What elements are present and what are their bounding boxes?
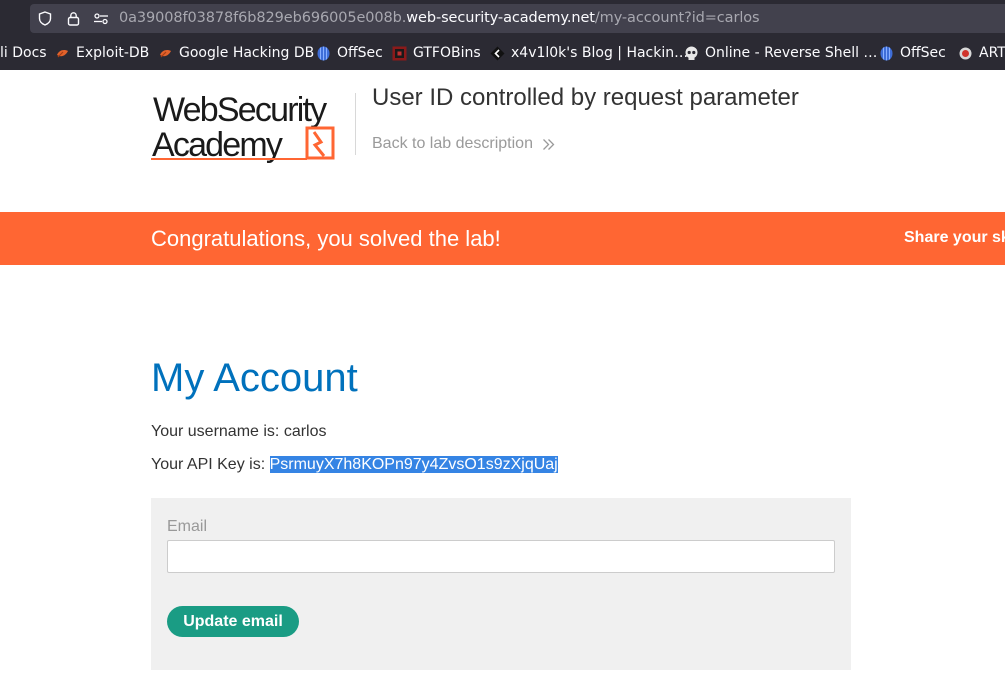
browser-toolbar: 0a39008f03878f6b829eb696005e008b.web-sec…: [0, 0, 1005, 37]
page-title: My Account: [151, 356, 358, 400]
permissions-icon[interactable]: [93, 12, 109, 25]
bookmarks-toolbar: li Docs Exploit-DB Google Hacking DB Off…: [0, 37, 1005, 70]
tracking-shield-icon[interactable]: [38, 11, 52, 26]
bookmark-label: OffSec: [900, 45, 946, 61]
bookmark-label: ART: [979, 45, 1005, 61]
lock-icon[interactable]: [67, 11, 80, 26]
email-label: Email: [167, 518, 208, 535]
back-link-label: Back to lab description: [372, 135, 533, 152]
offsec-icon: [317, 46, 330, 60]
bookmark-label: Online - Reverse Shell …: [705, 45, 878, 61]
logo-text-line1: WebSecurity: [153, 91, 327, 129]
art-icon: [959, 47, 972, 59]
change-email-form: Email Update email: [151, 498, 851, 670]
api-key-label: Your API Key is:: [151, 456, 270, 473]
skull-icon: [685, 46, 698, 60]
bookmark-label: Google Hacking DB: [179, 45, 315, 61]
update-email-button[interactable]: Update email: [167, 606, 299, 637]
bookmark-offsec-2[interactable]: OffSec: [879, 45, 946, 61]
bookmark-x4v1l0k-blog[interactable]: x4v1l0k's Blog | Hackin…: [490, 45, 688, 61]
back-to-lab-description-link[interactable]: Back to lab description: [372, 135, 555, 153]
bookmark-label: OffSec: [337, 45, 383, 61]
bookmark-offsec[interactable]: OffSec: [316, 45, 383, 61]
lab-solved-banner: Congratulations, you solved the lab! Sha…: [0, 212, 1005, 265]
bookmark-kali-docs[interactable]: li Docs: [0, 45, 47, 61]
bookmark-art[interactable]: ART: [958, 45, 1005, 61]
gtfobins-icon: [392, 46, 407, 60]
bookmark-label: GTFOBins: [413, 45, 481, 61]
api-key-value[interactable]: PsrmuyX7h8KOPn97y4ZvsO1s9zXjqUaj: [269, 456, 558, 473]
header-divider: [355, 93, 356, 155]
bookmark-label: Exploit-DB: [76, 45, 150, 61]
blog-icon: [490, 46, 505, 60]
username-text: Your username is: carlos: [151, 423, 327, 440]
email-field[interactable]: [167, 540, 835, 573]
url-host: web-security-academy.net: [406, 10, 595, 26]
share-your-skills-button[interactable]: Share your sk: [904, 229, 1005, 247]
offsec-icon: [880, 46, 893, 60]
logo-underline: [151, 158, 307, 160]
bookmark-label: x4v1l0k's Blog | Hackin…: [511, 45, 689, 61]
bookmark-gtfobins[interactable]: GTFOBins: [392, 45, 481, 61]
bookmark-exploit-db[interactable]: Exploit-DB: [55, 45, 149, 61]
web-security-academy-logo[interactable]: WebSecurity Academy: [151, 90, 341, 165]
double-chevron-right-icon: [543, 138, 555, 150]
exploit-db-icon: [57, 49, 68, 57]
ghdb-icon: [160, 49, 171, 57]
url-subdomain: 0a39008f03878f6b829eb696005e008b.: [119, 10, 407, 26]
api-key-line: Your API Key is: PsrmuyX7h8KOPn97y4ZvsO1…: [151, 456, 558, 474]
bookmark-label: li Docs: [0, 45, 47, 61]
bookmark-google-hacking-db[interactable]: Google Hacking DB: [158, 45, 314, 61]
lab-title: User ID controlled by request parameter: [372, 84, 799, 111]
bookmark-reverse-shell[interactable]: Online - Reverse Shell …: [684, 45, 877, 61]
congratulations-message: Congratulations, you solved the lab!: [151, 226, 501, 251]
logo-bolt-shape: [312, 131, 326, 157]
url-text[interactable]: 0a39008f03878f6b829eb696005e008b.web-sec…: [119, 10, 760, 26]
url-path: /my-account?id=carlos: [594, 10, 760, 26]
